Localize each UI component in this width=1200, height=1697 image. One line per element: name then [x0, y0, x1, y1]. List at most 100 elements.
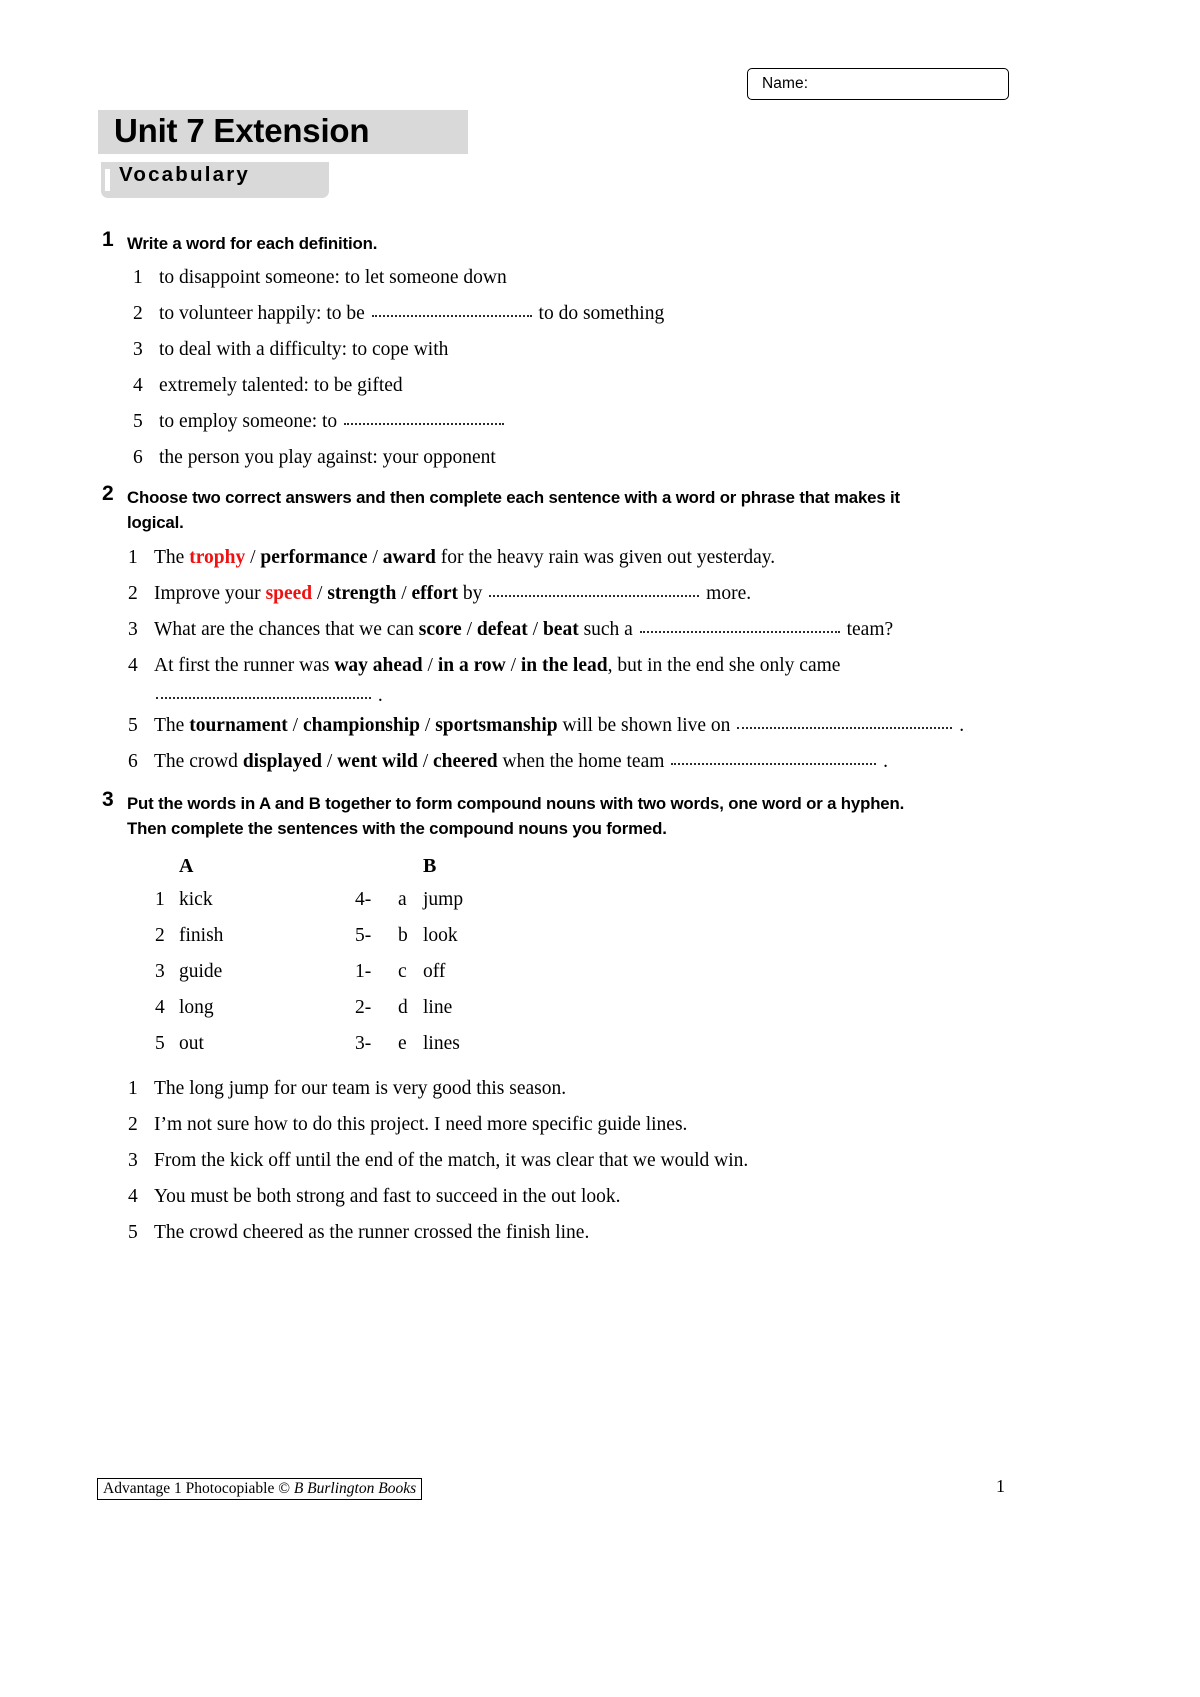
choice-option[interactable]: beat [543, 619, 579, 640]
column-b-word: jump [423, 889, 464, 910]
exercise-3-instruction: Put the words in A and B together to for… [127, 794, 905, 838]
match-answer[interactable]: 3- [355, 1026, 371, 1062]
match-answer[interactable]: 5- [355, 918, 371, 954]
item-number: 5 [128, 1222, 138, 1243]
choice-option[interactable]: score [419, 619, 462, 640]
choice-option[interactable]: championship [303, 715, 420, 736]
worksheet-page: Name: Unit 7 Extension Vocabulary 1 Writ… [0, 0, 1200, 1697]
answer-blank[interactable] [737, 716, 953, 729]
page-title: Unit 7 Extension [114, 112, 370, 149]
item-text: The trophy / performance / award for the… [154, 547, 776, 568]
name-field-label: Name: [762, 75, 809, 92]
column-b-word: lines [423, 1033, 460, 1054]
exercise-3-number: 3 [102, 788, 114, 811]
table-row: 2 finish 5- b look [155, 918, 635, 954]
page-number: 1 [996, 1476, 1005, 1496]
choice-option[interactable]: in the lead [521, 655, 608, 676]
item-text: The long jump for our team is very good … [154, 1078, 567, 1099]
item-text: to deal with a difficulty: to cope with [159, 339, 449, 360]
item-number: 1 [133, 267, 143, 288]
item-text: From the kick off until the end of the m… [154, 1150, 749, 1171]
row-number-a: 1 [155, 889, 165, 910]
table-row: 5 out 3- e lines [155, 1026, 635, 1062]
answer-blank[interactable] [639, 620, 840, 633]
choice-option[interactable]: displayed [243, 751, 322, 772]
exercise-1-instruction: Write a word for each definition. [127, 234, 378, 253]
choice-option[interactable]: performance [260, 547, 367, 568]
item-text: The crowd displayed / went wild / cheere… [154, 751, 889, 772]
item-number: 1 [128, 547, 138, 568]
choice-option[interactable]: tournament [189, 715, 288, 736]
row-letter-b: b [398, 925, 408, 946]
answer-blank[interactable] [344, 412, 505, 425]
item-number: 3 [128, 1150, 138, 1171]
item-text: What are the chances that we can score /… [154, 619, 894, 640]
table-row: 1 kick 4- a jump [155, 882, 635, 918]
column-a-word: finish [179, 925, 224, 946]
item-number: 2 [133, 303, 143, 324]
item-text: . [154, 683, 383, 708]
row-letter-b: a [398, 889, 407, 910]
item-text: The crowd cheered as the runner crossed … [154, 1222, 590, 1243]
item-number: 4 [133, 375, 143, 396]
choice-option[interactable]: effort [411, 583, 458, 604]
item-number: 5 [128, 715, 138, 736]
section-title: Vocabulary [119, 163, 250, 186]
section-tab-marker [105, 169, 110, 191]
row-number-a: 2 [155, 925, 165, 946]
match-answer[interactable]: 1- [355, 954, 371, 990]
choice-option[interactable]: trophy [189, 547, 245, 568]
name-field[interactable]: Name: [747, 68, 1009, 100]
choice-option[interactable]: strength [327, 583, 396, 604]
footer-credit-publisher: B Burlington Books [293, 1480, 417, 1497]
column-a-word: guide [179, 961, 223, 982]
footer-credit: Advantage 1 Photocopiable © B Burlington… [97, 1478, 423, 1500]
footer-credit-plain: Advantage 1 Photocopiable © [103, 1480, 294, 1497]
exercise-1-number: 1 [102, 228, 114, 251]
item-number: 4 [128, 655, 138, 676]
unit-title-banner: Unit 7 Extension [98, 110, 468, 154]
item-number: 4 [128, 1186, 138, 1207]
choice-option[interactable]: award [383, 547, 436, 568]
column-a-header: A [179, 855, 194, 877]
item-text: to disappoint someone: to let someone do… [159, 267, 507, 288]
item-number: 5 [133, 411, 143, 432]
item-number: 2 [128, 1114, 138, 1135]
row-letter-b: c [398, 961, 407, 982]
column-b-header: B [423, 855, 437, 877]
choice-option[interactable]: cheered [433, 751, 498, 772]
row-letter-b: e [398, 1033, 407, 1054]
answer-blank[interactable] [371, 304, 532, 317]
row-letter-b: d [398, 997, 408, 1018]
item-text: the person you play against: your oppone… [159, 447, 496, 468]
item-text: I’m not sure how to do this project. I n… [154, 1114, 688, 1135]
column-a-word: out [179, 1033, 204, 1054]
choice-option[interactable]: defeat [477, 619, 528, 640]
choice-option[interactable]: in a row [438, 655, 506, 676]
match-answer[interactable]: 4- [355, 882, 371, 918]
item-number: 1 [128, 1078, 138, 1099]
choice-option[interactable]: sportsmanship [435, 715, 557, 736]
exercise-2-number: 2 [102, 482, 114, 505]
item-text: extremely talented: to be gifted [159, 375, 403, 396]
item-text: Improve your speed / strength / effort b… [154, 583, 752, 604]
item-number: 6 [133, 447, 143, 468]
item-text: to volunteer happily: to be to do someth… [159, 303, 665, 324]
answer-blank[interactable] [156, 686, 371, 699]
choice-option[interactable]: way ahead [334, 655, 422, 676]
match-answer[interactable]: 2- [355, 990, 371, 1026]
answer-blank[interactable] [671, 752, 877, 765]
item-number: 6 [128, 751, 138, 772]
column-b-word: line [423, 997, 453, 1018]
choice-option[interactable]: went wild [337, 751, 418, 772]
item-text: At first the runner was way ahead / in a… [154, 655, 841, 676]
choice-option[interactable]: speed [266, 583, 313, 604]
item-number: 3 [133, 339, 143, 360]
answer-blank[interactable] [489, 584, 700, 597]
item-number: 3 [128, 619, 138, 640]
exercise-2-instruction: Choose two correct answers and then comp… [127, 488, 900, 532]
item-number: 2 [128, 583, 138, 604]
row-number-a: 5 [155, 1033, 165, 1054]
row-number-a: 4 [155, 997, 165, 1018]
row-number-a: 3 [155, 961, 165, 982]
